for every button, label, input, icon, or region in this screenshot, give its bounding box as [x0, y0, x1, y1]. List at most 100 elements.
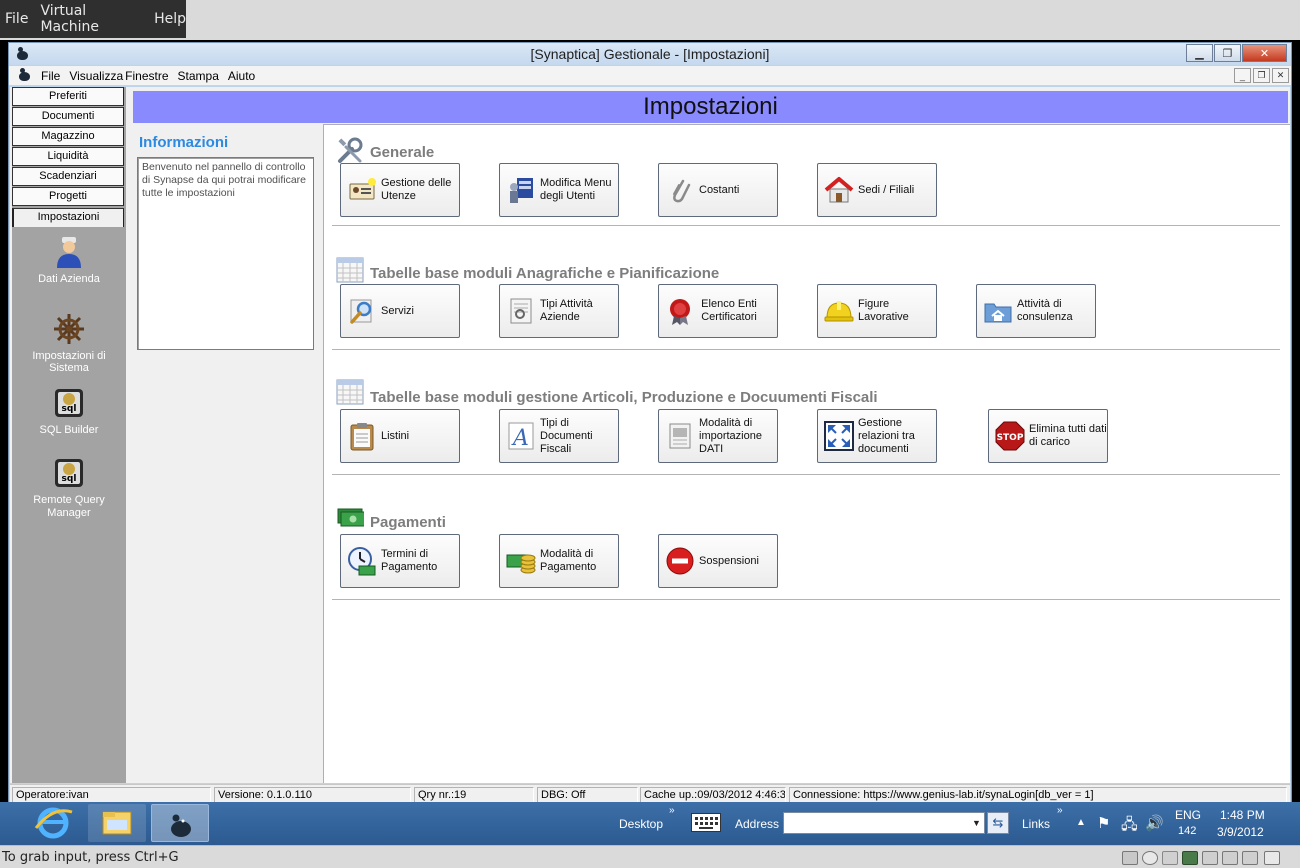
taskbar-ie-button[interactable]: [24, 804, 82, 842]
tool-sql-builder[interactable]: sql SQL Builder: [12, 387, 126, 436]
go-arrow-icon[interactable]: ⇆: [987, 812, 1009, 834]
tile-tipi-documenti-fiscali[interactable]: A Tipi di Documenti Fiscali: [499, 409, 619, 463]
printer-icon[interactable]: [1202, 851, 1218, 865]
money-icon: [336, 503, 366, 531]
close-button[interactable]: ✕: [1242, 44, 1287, 62]
language-indicator[interactable]: ENG: [1175, 808, 1201, 822]
address-dropdown-icon[interactable]: ▼: [969, 814, 984, 832]
tile-costanti[interactable]: Costanti: [658, 163, 778, 217]
tool-dati-azienda[interactable]: Dati Azienda: [12, 236, 126, 285]
divider: [332, 474, 1280, 475]
tile-figure-lavorative[interactable]: Figure Lavorative: [817, 284, 937, 338]
no-entry-icon: [665, 546, 695, 576]
mdi-restore-button[interactable]: ❐: [1253, 68, 1270, 83]
status-dbg: DBG: Off: [537, 787, 638, 803]
nav-documenti[interactable]: Documenti: [12, 107, 124, 126]
chevron-icon[interactable]: »: [1057, 805, 1063, 816]
clock-money-icon: [347, 546, 377, 576]
window-title: [Synaptica] Gestionale - [Impostazioni]: [530, 46, 770, 62]
menu-aiuto[interactable]: Aiuto: [228, 69, 255, 83]
document-search-icon: [506, 296, 536, 326]
host-menu: File Virtual Machine Help: [0, 0, 186, 38]
title-bar[interactable]: [Synaptica] Gestionale - [Impostazioni] …: [9, 43, 1291, 65]
taskbar-synaptica-button[interactable]: [151, 804, 209, 842]
usb-icon[interactable]: [1162, 851, 1178, 865]
app-window: [Synaptica] Gestionale - [Impostazioni] …: [8, 42, 1292, 804]
tile-gestione-relazioni[interactable]: Gestione relazioni tra documenti: [817, 409, 937, 463]
tile-servizi[interactable]: Servizi: [340, 284, 460, 338]
message-icon[interactable]: [1264, 851, 1280, 865]
device-icon[interactable]: [1242, 851, 1258, 865]
status-operator: Operatore:ivan: [12, 787, 211, 803]
tile-modalita-pagamento[interactable]: Modalità di Pagamento: [499, 534, 619, 588]
chevron-icon[interactable]: »: [669, 805, 675, 816]
address-input[interactable]: [783, 812, 985, 834]
svg-text:sql: sql: [62, 474, 77, 484]
status-cache: Cache up.:09/03/2012 4:46:3: [640, 787, 786, 803]
tile-termini-pagamento[interactable]: Termini di Pagamento: [340, 534, 460, 588]
nav-impostazioni[interactable]: Impostazioni: [12, 208, 124, 227]
tile-attivita-consulenza[interactable]: Attività di consulenza: [976, 284, 1096, 338]
host-menu-virtual-machine[interactable]: Virtual Machine: [40, 3, 142, 35]
calendar-icon: [336, 377, 364, 405]
helm-icon: [53, 313, 85, 345]
calendar-icon: [336, 255, 364, 283]
tile-modifica-menu-utenti[interactable]: Modifica Menu degli Utenti: [499, 163, 619, 217]
nav-magazzino[interactable]: Magazzino: [12, 127, 124, 146]
section-title-articoli: Tabelle base moduli gestione Articoli, P…: [370, 389, 878, 406]
settings-panel: Generale Gestione delle Utenze Modifica …: [323, 124, 1290, 783]
hdd-icon[interactable]: [1122, 851, 1138, 865]
menu-finestre[interactable]: Finestre: [125, 69, 168, 83]
minimize-button[interactable]: ▁: [1186, 44, 1213, 62]
menu-stampa[interactable]: Stampa: [178, 69, 219, 83]
host-menu-file[interactable]: File: [5, 11, 28, 27]
page-header: Impostazioni: [133, 91, 1288, 123]
cdrom-icon[interactable]: [1142, 851, 1158, 865]
nav-scadenziari[interactable]: Scadenziari: [12, 167, 124, 186]
tile-sospensioni[interactable]: Sospensioni: [658, 534, 778, 588]
nav-preferiti[interactable]: Preferiti: [12, 87, 124, 106]
taskbar-desktop-label[interactable]: Desktop: [619, 817, 663, 831]
clock-date[interactable]: 3/9/2012: [1217, 825, 1264, 839]
network-adapter-icon[interactable]: [1182, 851, 1198, 865]
mdi-app-icon[interactable]: [16, 68, 32, 82]
links-label[interactable]: Links: [1022, 817, 1050, 831]
tray-expand-icon[interactable]: ▲: [1076, 817, 1086, 828]
section-title-generale: Generale: [370, 144, 435, 161]
tools-icon: [336, 137, 364, 165]
tile-gestione-utenze[interactable]: Gestione delle Utenze: [340, 163, 460, 217]
tile-elimina-dati-carico[interactable]: STOP Elimina tutti dati di carico: [988, 409, 1108, 463]
tile-sedi-filiali[interactable]: Sedi / Filiali: [817, 163, 937, 217]
nav-progetti[interactable]: Progetti: [12, 187, 124, 206]
seal-icon: [665, 296, 695, 326]
tile-listini[interactable]: Listini: [340, 409, 460, 463]
mdi-minimize-button[interactable]: _: [1234, 68, 1251, 83]
taskbar-explorer-button[interactable]: [88, 804, 146, 842]
divider: [332, 599, 1280, 600]
host-status-bar: To grab input, press Ctrl+G: [0, 845, 1300, 868]
clipboard-icon: [347, 421, 377, 451]
tile-tipi-attivita-aziende[interactable]: Tipi Attività Aziende: [499, 284, 619, 338]
restore-button[interactable]: ❐: [1214, 44, 1241, 62]
sound-icon[interactable]: [1222, 851, 1238, 865]
tile-modalita-importazione[interactable]: Modalità di importazione DATI: [658, 409, 778, 463]
house-icon: [824, 175, 854, 205]
tool-remote-query-manager[interactable]: sql Remote Query Manager: [12, 457, 126, 520]
clock-time[interactable]: 1:48 PM: [1220, 808, 1265, 822]
volume-icon[interactable]: 🔊: [1145, 814, 1164, 832]
users-menu-icon: [506, 175, 536, 205]
coins-icon: [506, 546, 536, 576]
menu-file[interactable]: File: [41, 69, 60, 83]
mdi-close-button[interactable]: ✕: [1272, 68, 1289, 83]
nav-liquidita[interactable]: Liquidità: [12, 147, 124, 166]
flag-icon[interactable]: ⚑: [1097, 814, 1110, 832]
host-menu-bar: File Virtual Machine Help: [0, 0, 1300, 40]
guest-screen: [Synaptica] Gestionale - [Impostazioni] …: [0, 40, 1300, 845]
internet-explorer-icon: [34, 807, 73, 839]
network-icon[interactable]: 🖧: [1121, 814, 1138, 839]
menu-visualizza[interactable]: Visualizza: [69, 69, 123, 83]
keyboard-icon[interactable]: [691, 813, 721, 832]
host-menu-help[interactable]: Help: [154, 11, 186, 27]
tile-elenco-enti-certificatori[interactable]: Elenco Enti Certificatori: [658, 284, 778, 338]
tool-impostazioni-sistema[interactable]: Impostazioni di Sistema: [12, 313, 126, 374]
